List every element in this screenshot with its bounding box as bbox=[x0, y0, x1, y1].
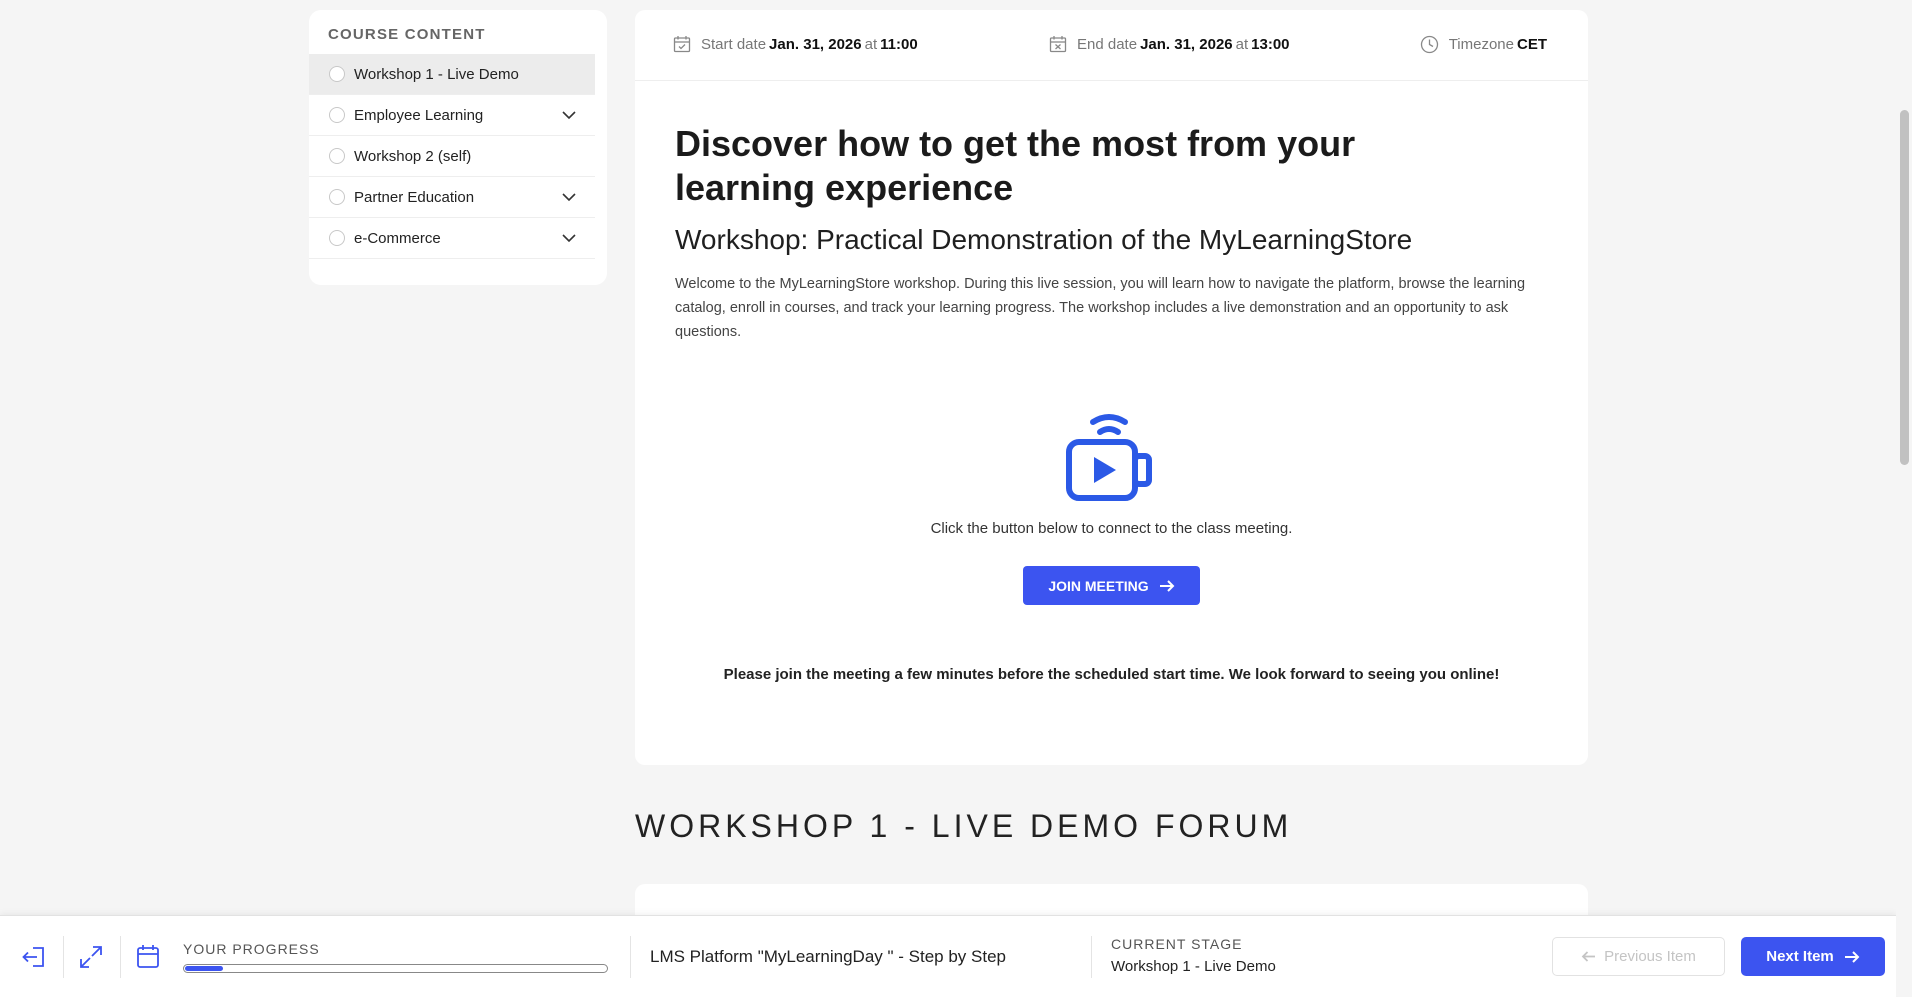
course-item-label: Employee Learning bbox=[354, 106, 484, 124]
page-title: Discover how to get the most from your l… bbox=[675, 123, 1356, 208]
fullscreen-button[interactable] bbox=[75, 941, 107, 973]
radio-icon bbox=[329, 230, 345, 246]
page-scrollbar[interactable] bbox=[1896, 0, 1912, 996]
sidebar-title: COURSE CONTENT bbox=[328, 26, 486, 43]
separator bbox=[1091, 936, 1092, 978]
next-item-label: Next Item bbox=[1766, 948, 1834, 965]
arrow-left-icon bbox=[1581, 951, 1596, 962]
course-content-sidebar: COURSE CONTENT Workshop 1 - Live Demo Em… bbox=[309, 10, 607, 285]
connect-instructions: Click the button below to connect to the… bbox=[930, 520, 1293, 537]
course-item-workshop-2[interactable]: Workshop 2 (self) bbox=[309, 136, 595, 177]
session-meta-bar: Start date Jan. 31, 2026 at 11:00 End da… bbox=[635, 10, 1588, 81]
start-date: Start date Jan. 31, 2026 at 11:00 bbox=[673, 35, 921, 53]
course-item-partner-education[interactable]: Partner Education bbox=[309, 177, 595, 218]
calendar-icon bbox=[137, 945, 159, 968]
timezone: Timezone CET bbox=[1420, 35, 1550, 54]
radio-icon bbox=[329, 189, 345, 205]
timezone-label: Timezone bbox=[1448, 36, 1514, 53]
course-item-employee-learning[interactable]: Employee Learning bbox=[309, 95, 595, 136]
calendar-check-icon bbox=[673, 36, 691, 53]
radio-icon bbox=[329, 107, 345, 123]
radio-icon bbox=[329, 148, 345, 164]
start-at: at bbox=[864, 35, 878, 53]
join-meeting-button[interactable]: JOIN MEETING bbox=[1023, 566, 1200, 605]
chevron-down-icon[interactable] bbox=[561, 189, 577, 205]
radio-icon bbox=[329, 66, 345, 82]
arrow-right-icon bbox=[1159, 579, 1175, 592]
join-meeting-label: JOIN MEETING bbox=[1048, 577, 1149, 594]
course-item-e-commerce[interactable]: e-Commerce bbox=[309, 218, 595, 259]
progress-fill bbox=[185, 966, 223, 971]
chevron-down-icon[interactable] bbox=[561, 230, 577, 246]
previous-item-button[interactable]: Previous Item bbox=[1552, 937, 1725, 976]
session-card: Start date Jan. 31, 2026 at 11:00 End da… bbox=[635, 10, 1588, 765]
start-date-value: Jan. 31, 2026 bbox=[769, 35, 862, 53]
arrow-right-icon bbox=[1844, 950, 1860, 963]
separator bbox=[630, 936, 631, 978]
end-date-value: Jan. 31, 2026 bbox=[1140, 35, 1233, 53]
exit-icon bbox=[22, 947, 44, 967]
separator bbox=[63, 936, 64, 978]
clock-icon bbox=[1420, 35, 1438, 54]
progress-bar bbox=[183, 964, 608, 973]
current-stage-value: Workshop 1 - Live Demo bbox=[1111, 958, 1276, 975]
course-name: LMS Platform "MyLearningDay " - Step by … bbox=[650, 947, 1006, 966]
course-item-label: Partner Education bbox=[354, 188, 475, 206]
start-date-label: Start date bbox=[701, 35, 767, 53]
calendar-x-icon bbox=[1049, 36, 1067, 53]
next-item-button[interactable]: Next Item bbox=[1741, 937, 1885, 976]
course-item-workshop-1[interactable]: Workshop 1 - Live Demo bbox=[309, 54, 595, 95]
video-camera-icon bbox=[1066, 414, 1152, 501]
course-list: Workshop 1 - Live Demo Employee Learning… bbox=[309, 54, 595, 259]
calendar-button[interactable] bbox=[132, 941, 164, 973]
course-item-label: Workshop 2 (self) bbox=[354, 147, 472, 165]
expand-icon bbox=[80, 946, 102, 968]
workshop-description: Welcome to the MyLearningStore workshop.… bbox=[675, 276, 1526, 340]
previous-item-label: Previous Item bbox=[1604, 948, 1696, 965]
current-stage-label: CURRENT STAGE bbox=[1111, 936, 1243, 952]
end-at: at bbox=[1235, 35, 1249, 53]
course-item-label: e-Commerce bbox=[354, 229, 441, 247]
progress-label: YOUR PROGRESS bbox=[183, 941, 320, 957]
end-date: End date Jan. 31, 2026 at 13:00 bbox=[1049, 35, 1293, 53]
workshop-subtitle: Workshop: Practical Demonstration of the… bbox=[675, 224, 1413, 255]
exit-button[interactable] bbox=[18, 941, 50, 973]
course-item-label: Workshop 1 - Live Demo bbox=[354, 65, 519, 83]
end-time-value: 13:00 bbox=[1251, 35, 1290, 53]
timezone-value: CET bbox=[1517, 36, 1547, 53]
end-date-label: End date bbox=[1077, 35, 1138, 53]
scrollbar-thumb[interactable] bbox=[1900, 110, 1909, 465]
start-time-value: 11:00 bbox=[880, 35, 918, 53]
separator bbox=[120, 936, 121, 978]
bottom-navigation-bar: YOUR PROGRESS LMS Platform "MyLearningDa… bbox=[0, 915, 1896, 997]
join-note: Please join the meeting a few minutes be… bbox=[723, 666, 1500, 683]
chevron-down-icon[interactable] bbox=[561, 107, 577, 123]
forum-title: WORKSHOP 1 - LIVE DEMO FORUM bbox=[635, 808, 1293, 844]
